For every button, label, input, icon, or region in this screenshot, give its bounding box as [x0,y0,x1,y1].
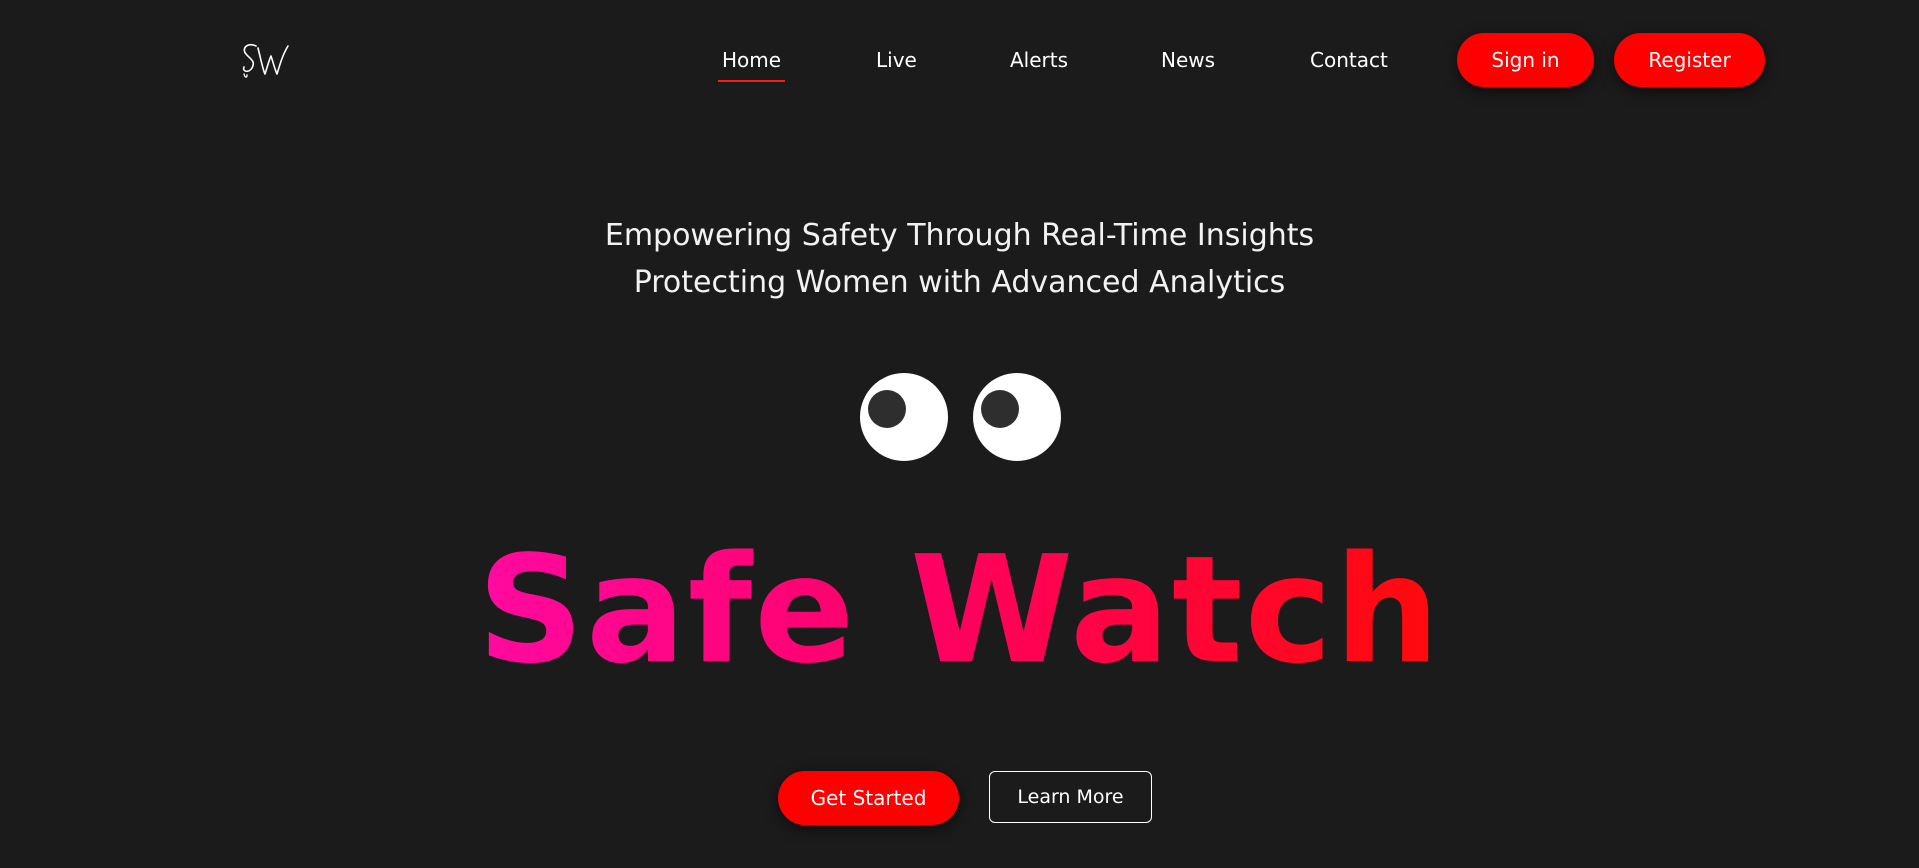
hero-headline-text: Safe Watch [477,524,1442,696]
register-button[interactable]: Register [1614,33,1765,87]
hero-headline: Safe Watch [0,520,1919,700]
hero-tagline-line1: Empowering Safety Through Real-Time Insi… [604,218,1315,253]
main-nav: Home Live Alerts News Contact Sign in Re… [0,0,1919,120]
nav-news-link[interactable]: News [1161,46,1215,74]
nav-home-link[interactable]: Home [717,46,786,82]
right-pupil [981,390,1019,428]
nav-alerts-link[interactable]: Alerts [1010,46,1068,74]
nav-live-link[interactable]: Live [876,46,917,74]
learn-more-button[interactable]: Learn More [989,771,1152,823]
sign-in-button[interactable]: Sign in [1457,33,1594,87]
hero-tagline-line2: Protecting Women with Advanced Analytics [633,265,1286,300]
right-eye-icon [973,373,1061,461]
left-eye-icon [860,373,948,461]
left-pupil [868,390,906,428]
nav-contact-link[interactable]: Contact [1310,46,1388,74]
page: Home Live Alerts News Contact Sign in Re… [0,0,1919,868]
get-started-button[interactable]: Get Started [778,771,959,825]
